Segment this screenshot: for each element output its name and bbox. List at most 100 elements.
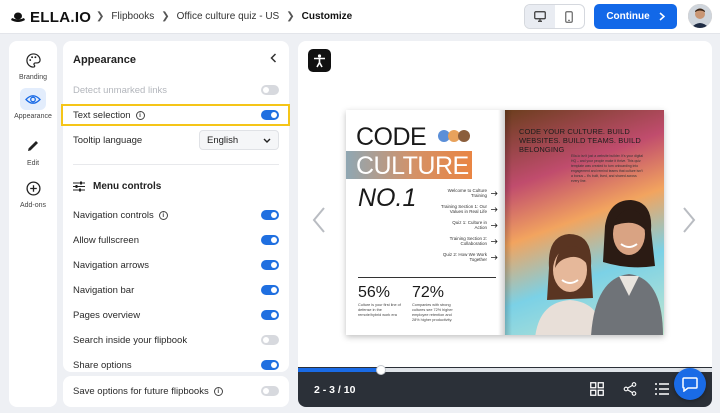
appearance-panel: Appearance Detect unmarked links Text se… (63, 41, 289, 372)
navigation-arrows-toggle[interactable] (261, 260, 279, 270)
toc-label: Quiz 1: Culture in Action (452, 220, 487, 230)
page-title-number: NO.1 (358, 184, 417, 212)
chevron-left-icon (312, 207, 325, 233)
setting-search-inside: Search inside your flipbook (73, 330, 279, 350)
chevron-right-icon (659, 12, 665, 21)
setting-navigation-arrows: Navigation arrows (73, 255, 279, 275)
divider (73, 164, 279, 165)
breadcrumb-current: Customize (301, 11, 353, 22)
page-left: CODE CULTURE NO.1 Welcome to Culture Tra… (346, 110, 505, 335)
flipbook-spread[interactable]: CODE CULTURE NO.1 Welcome to Culture Tra… (346, 110, 664, 335)
toc-item[interactable]: Quiz 1: Culture in Action (420, 218, 498, 232)
save-options-toggle[interactable] (261, 386, 279, 396)
allow-fullscreen-toggle[interactable] (261, 235, 279, 245)
setting-label: Share options (73, 359, 132, 371)
navigation-bar (298, 367, 712, 407)
next-page-arrow[interactable] (682, 207, 696, 236)
page-right: CODE YOUR CULTURE. BUILD WEBSITES. BUILD… (505, 110, 664, 335)
navigation-bar-toggle[interactable] (261, 285, 279, 295)
page-indicator: 2 - 3 / 10 (314, 384, 356, 396)
text-selection-highlight (61, 104, 290, 126)
mobile-view-button[interactable] (555, 5, 585, 28)
stat-value: 56% (358, 284, 391, 301)
toc-item[interactable]: Quiz 2: How We Work Together (420, 250, 498, 264)
info-icon[interactable]: i (158, 210, 168, 220)
pages-overview-button[interactable] (590, 382, 604, 399)
previous-page-arrow[interactable] (312, 207, 326, 236)
panel-title: Appearance (73, 54, 136, 66)
setting-label: Detect unmarked links (73, 84, 167, 96)
woman-photo-right (591, 200, 663, 335)
accessibility-button[interactable] (308, 49, 331, 72)
continue-button[interactable]: Continue (594, 4, 677, 29)
section-title: Menu controls (93, 181, 162, 192)
flipbook-preview: CODE CULTURE NO.1 Welcome to Culture Tra… (298, 41, 712, 407)
detect-unmarked-links-toggle[interactable] (261, 85, 279, 95)
sidebar-item-branding[interactable]: Branding (9, 49, 57, 81)
palette-icon (25, 52, 41, 68)
sidebar-item-label: Appearance (14, 113, 52, 120)
team-photo (438, 130, 470, 142)
toc-label: Training Section 2: Collaboration (449, 236, 487, 246)
sliders-icon (73, 181, 85, 192)
chat-button[interactable] (674, 368, 706, 400)
eye-icon (25, 94, 41, 104)
sidebar-item-appearance[interactable]: Appearance (9, 88, 57, 120)
share-button[interactable] (623, 382, 637, 399)
desktop-view-button[interactable] (525, 5, 555, 28)
collapse-panel-button[interactable] (270, 53, 277, 66)
share-options-toggle[interactable] (261, 360, 279, 370)
navigation-controls-toggle[interactable] (261, 210, 279, 220)
device-toggle (524, 4, 585, 29)
setting-save-options: Save options for future flipbooks i (73, 381, 279, 401)
toc-item[interactable]: Training Section 2: Collaboration (420, 234, 498, 248)
avatar[interactable] (688, 4, 712, 28)
grid-icon (590, 382, 604, 396)
search-inside-toggle[interactable] (261, 335, 279, 345)
plus-circle-icon (25, 180, 41, 196)
sidebar-item-label: Branding (18, 74, 48, 81)
setting-label: Search inside your flipbook (73, 334, 188, 346)
arrow-right-icon (491, 206, 498, 212)
breadcrumb-flipbooks[interactable]: Flipbooks (111, 11, 154, 22)
toc-label: Training Section 1: Our Values in Real L… (440, 204, 487, 214)
info-icon[interactable]: i (213, 386, 223, 396)
logo[interactable]: ELLA.IO (10, 9, 91, 26)
setting-navigation-bar: Navigation bar (73, 280, 279, 300)
chevron-right-icon: ❯ (96, 11, 105, 22)
setting-label: Pages overview (73, 309, 141, 321)
setting-pages-overview: Pages overview (73, 305, 279, 325)
logo-icon (11, 12, 25, 22)
setting-label: Allow fullscreen (73, 234, 139, 246)
sidebar-item-add-ons[interactable]: Add-ons (9, 177, 57, 209)
desktop-icon (533, 11, 546, 22)
stat-value: 72% (412, 284, 445, 301)
setting-detect-unmarked-links: Detect unmarked links (73, 80, 279, 100)
chevron-right-icon (683, 207, 696, 233)
chevron-right-icon: ❯ (161, 11, 170, 22)
stat-caption: Culture is your first line of defense in… (358, 303, 401, 317)
setting-label: Tooltip language (73, 134, 143, 146)
setting-label-group: Navigation controls i (73, 210, 168, 221)
sidebar-item-label: Add-ons (19, 202, 47, 209)
tooltip-language-select[interactable]: English (199, 130, 279, 150)
progress-fill (298, 368, 381, 372)
setting-label-group: Save options for future flipbooks i (73, 386, 223, 397)
pencil-icon (28, 141, 38, 151)
book-spine (498, 110, 512, 335)
pages-overview-toggle[interactable] (261, 310, 279, 320)
setting-allow-fullscreen: Allow fullscreen (73, 230, 279, 250)
toc-item[interactable]: Welcome to Culture Training (420, 186, 498, 200)
toc-item[interactable]: Training Section 1: Our Values in Real L… (420, 202, 498, 216)
arrow-right-icon (491, 222, 498, 228)
table-of-contents: Welcome to Culture Training Training Sec… (420, 186, 498, 266)
setting-label: Save options for future flipbooks (73, 385, 209, 397)
chevron-right-icon: ❯ (286, 11, 295, 22)
toc-label: Quiz 2: How We Work Together (442, 252, 487, 262)
breadcrumb-flipbook-name[interactable]: Office culture quiz - US (177, 11, 280, 22)
arrow-right-icon (491, 238, 498, 244)
list-icon (655, 383, 669, 395)
sidebar-item-edit[interactable]: Edit (9, 135, 57, 167)
menu-button[interactable] (655, 382, 669, 399)
progress-handle[interactable] (375, 365, 386, 375)
